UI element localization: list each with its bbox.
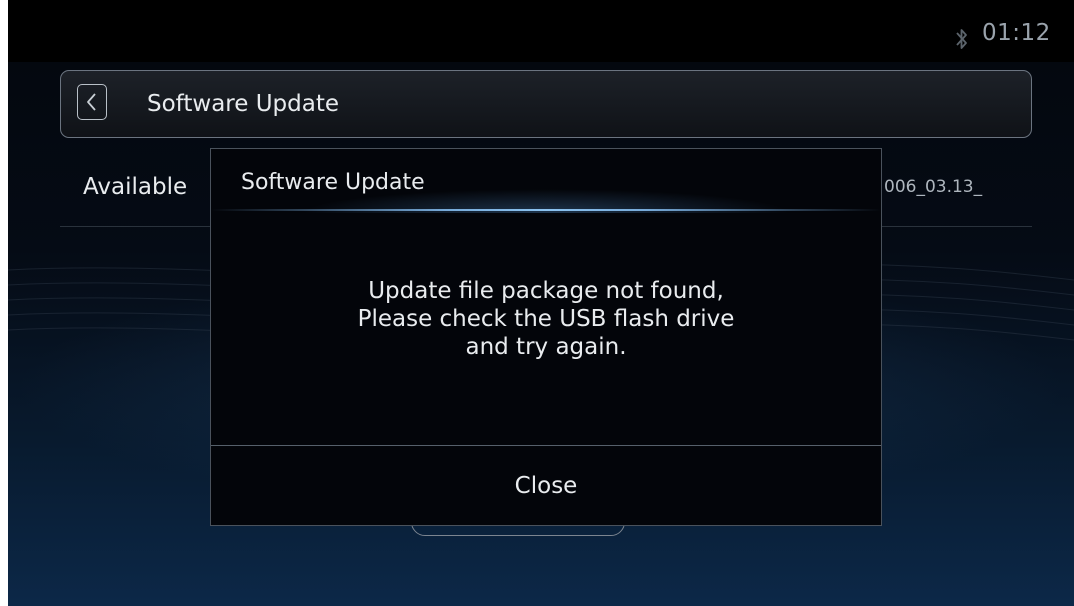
status-bar: 01:12 [8, 0, 1074, 62]
dialog-header-divider [211, 209, 881, 211]
dialog-message-line: Please check the USB flash drive [357, 306, 735, 332]
available-version-label: Available [83, 174, 188, 200]
status-clock: 01:12 [982, 20, 1051, 46]
bluetooth-icon [956, 29, 967, 49]
screen: 01:12 Software Update Available 006_03.1… [8, 0, 1074, 606]
dialog-message: Update file package not found, Please ch… [211, 277, 881, 361]
error-dialog: Software Update Update file package not … [210, 148, 882, 526]
dialog-message-line: and try again. [465, 334, 627, 360]
back-button[interactable] [77, 84, 107, 120]
page-title: Software Update [147, 91, 339, 117]
chevron-left-icon [87, 93, 96, 111]
title-bar: Software Update [60, 70, 1032, 138]
dialog-message-line: Update file package not found, [368, 278, 724, 304]
dialog-title: Software Update [241, 170, 425, 195]
available-version-value: 006_03.13_ [884, 177, 983, 197]
close-button[interactable]: Close [211, 446, 881, 525]
dialog-header: Software Update [211, 149, 881, 213]
